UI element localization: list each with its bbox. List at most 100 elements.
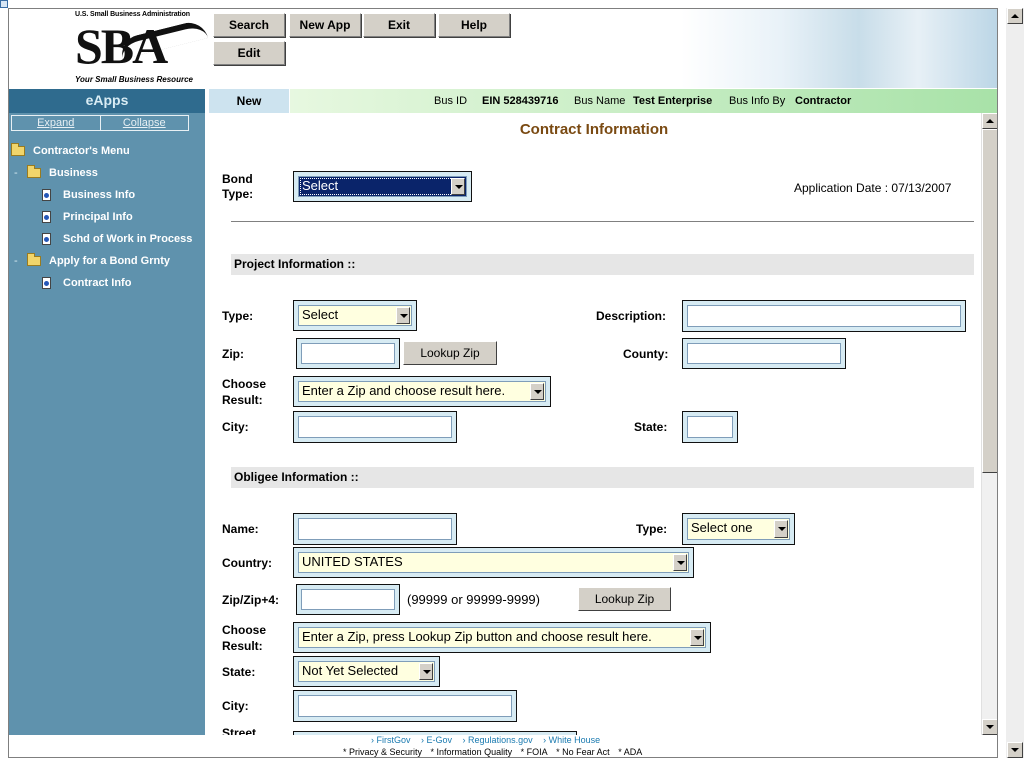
footer-link-info-quality[interactable]: * Information Quality [431,747,513,757]
sidebar-item-label: Principal Info [63,211,133,223]
footer: › FirstGov › E-Gov › Regulations.gov › W… [9,735,997,757]
lookup-zip-button[interactable]: Lookup Zip [403,341,497,365]
logo-tagline: Your Small Business Resource [75,75,193,84]
bond-type-field: Select [293,171,472,202]
sidebar-item-apply-bond[interactable]: Apply for a Bond Grnty [27,252,170,270]
obligee-type-field: Select one [682,513,795,545]
chevron-down-icon[interactable] [673,554,687,571]
expand-collapse-bar: Expand Collapse [11,115,189,131]
footer-link-whitehouse[interactable]: › White House [543,735,600,745]
bond-type-select[interactable]: Select [298,176,467,197]
sidebar-item-contractors-menu[interactable]: Contractor's Menu [11,142,130,160]
obligee-type-value: Select one [691,520,753,535]
project-type-select[interactable]: Select [298,305,412,326]
chevron-down-icon[interactable] [690,629,704,646]
content-scrollbar[interactable] [981,113,997,735]
obligee-name-input[interactable] [298,518,452,540]
country-value: UNITED STATES [302,554,403,569]
footer-link-no-fear[interactable]: * No Fear Act [556,747,610,757]
county-input[interactable] [687,343,841,364]
scroll-up-icon[interactable] [982,113,997,129]
sidebar-item-label: Contract Info [63,277,132,289]
scroll-down-icon[interactable] [982,719,997,735]
choose-result-select[interactable]: Enter a Zip and choose result here. [298,381,546,402]
business-info-bar: Bus ID EIN 528439716 Bus Name Test Enter… [290,89,997,113]
chevron-down-icon[interactable] [396,307,410,324]
ein-value: EIN 528439716 [482,95,559,107]
sidebar-item-contract-info[interactable]: Contract Info [42,274,131,292]
obligee-city-label: City: [222,699,249,713]
description-field [682,300,966,332]
sidebar-item-label: Apply for a Bond Grnty [49,255,170,267]
new-app-button[interactable]: New App [289,13,361,37]
scroll-thumb[interactable] [982,129,997,473]
choose-result-field-2: Enter a Zip, press Lookup Zip button and… [293,622,711,653]
bus-name-value: Test Enterprise [633,95,713,107]
description-label: Description: [596,309,667,323]
obligee-state-select[interactable]: Not Yet Selected [298,661,435,682]
zip4-field [296,584,400,615]
chevron-down-icon[interactable] [774,520,788,538]
zip-input[interactable] [301,343,395,364]
choose-result-label-2: Choose Result: [222,623,267,653]
chevron-down-icon[interactable] [419,663,433,680]
country-select[interactable]: UNITED STATES [298,552,689,573]
footer-link-egov[interactable]: › E-Gov [421,735,452,745]
header: U.S. Small Business Administration SBA Y… [9,9,997,88]
obligee-city-input[interactable] [298,695,512,717]
sidebar: Expand Collapse Contractor's Menu - Busi… [9,113,205,735]
application-date: Application Date : 07/13/2007 [794,181,952,195]
sidebar-item-schd-of-work[interactable]: Schd of Work in Process [42,230,192,248]
choose-result-value-2: Enter a Zip, press Lookup Zip button and… [302,629,652,644]
sidebar-item-label: Contractor's Menu [33,145,130,157]
chevron-down-icon[interactable] [530,383,544,400]
scroll-up-icon[interactable] [1007,8,1023,24]
country-field: UNITED STATES [293,547,694,578]
page-icon [42,189,51,202]
scroll-down-icon[interactable] [1007,742,1023,758]
footer-link-firstgov[interactable]: › FirstGov [371,735,411,745]
page-title: Contract Information [519,121,669,138]
obligee-name-field [293,513,457,545]
collapse-link[interactable]: Collapse [99,116,189,130]
zip4-input[interactable] [301,589,395,610]
footer-link-ada[interactable]: * ADA [618,747,642,757]
description-input[interactable] [687,305,961,327]
folder-icon [27,253,41,267]
footer-link-foia[interactable]: * FOIA [521,747,548,757]
obligee-city-field [293,690,517,722]
sidebar-item-principal-info[interactable]: Principal Info [42,208,133,226]
bus-id-label: Bus ID [434,95,468,107]
agency-name: U.S. Small Business Administration [75,11,190,18]
search-button[interactable]: Search [213,13,285,37]
edit-button[interactable]: Edit [213,41,285,65]
obligee-type-select[interactable]: Select one [687,518,790,540]
sidebar-title: eApps [9,89,205,113]
tab-new[interactable]: New [209,89,289,113]
page-icon [0,0,8,8]
city-label: City: [222,420,249,434]
sidebar-item-business[interactable]: Business [27,164,98,182]
county-field [682,338,846,369]
footer-link-privacy[interactable]: * Privacy & Security [343,747,422,757]
folder-icon [27,165,41,179]
chevron-down-icon[interactable] [451,178,465,195]
footer-link-regulations[interactable]: › Regulations.gov [463,735,533,745]
choose-result-select-2[interactable]: Enter a Zip, press Lookup Zip button and… [298,627,706,648]
expand-link[interactable]: Expand [12,116,100,130]
city-input[interactable] [298,416,452,438]
choose-result-label: Choose Result: [222,377,267,407]
obligee-state-value: Not Yet Selected [302,663,399,678]
county-label: County: [623,347,669,361]
lookup-zip-button-2[interactable]: Lookup Zip [578,587,671,611]
exit-button[interactable]: Exit [363,13,435,37]
tree-dash: - [14,255,18,267]
city-field [293,411,457,443]
page-scrollbar[interactable] [1006,8,1024,758]
sidebar-item-business-info[interactable]: Business Info [42,186,135,204]
tree-dash: - [14,167,18,179]
help-button[interactable]: Help [438,13,510,37]
page-icon [42,211,51,224]
state-field [682,411,738,443]
state-input[interactable] [687,416,733,438]
